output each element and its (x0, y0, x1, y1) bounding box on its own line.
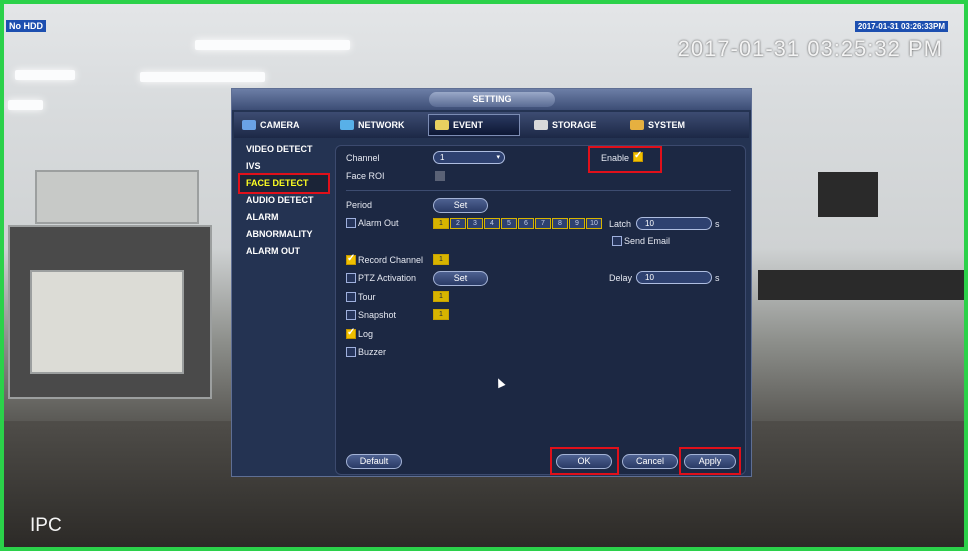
alarm-out-checkbox[interactable] (346, 218, 356, 228)
tab-system[interactable]: SYSTEM (624, 114, 716, 136)
channel-value: 1 (440, 153, 445, 162)
apply-button[interactable]: Apply (684, 454, 736, 469)
period-label: Period (346, 200, 373, 210)
log-checkbox[interactable] (346, 327, 356, 339)
latch-input[interactable]: 10 (636, 217, 712, 230)
chevron-down-icon: ▾ (496, 154, 500, 161)
alarm-out-channel-9[interactable]: 9 (569, 218, 585, 229)
alarm-out-channel-4[interactable]: 4 (484, 218, 500, 229)
alarm-out-channel-8[interactable]: 8 (552, 218, 568, 229)
sidebar-item-ivs[interactable]: IVS (240, 158, 328, 175)
desk (758, 270, 968, 300)
tab-label: STORAGE (552, 120, 597, 130)
channel-name: IPC (30, 515, 62, 536)
latch-unit: s (715, 219, 720, 229)
small-timestamp: 2017-01-31 03:26:33PM (854, 21, 948, 32)
delay-label: Delay (609, 273, 633, 283)
tab-label: SYSTEM (648, 120, 686, 130)
ceiling-light (15, 70, 75, 80)
face-detect-panel: Channel 1 ▾ Enable Face ROI Period Set A… (335, 145, 746, 475)
sidebar-item-video-detect[interactable]: VIDEO DETECT (240, 141, 328, 158)
face-roi-label: Face ROI (346, 171, 385, 181)
system-icon (630, 120, 644, 130)
storage-icon (534, 120, 548, 130)
face-roi-checkbox[interactable] (435, 171, 445, 181)
ceiling-light (195, 40, 350, 50)
settings-dialog: SETTING CAMERA NETWORK EVENT STORAGE SYS… (231, 88, 752, 477)
channel-label: Channel (346, 153, 380, 163)
mouse-cursor-icon (494, 376, 506, 389)
enable-label: Enable (601, 153, 630, 163)
tab-storage[interactable]: STORAGE (528, 114, 618, 136)
log-label: Log (358, 329, 374, 339)
snapshot-channel-box[interactable]: 1 (433, 309, 449, 320)
osd-timestamp: 2017-01-31 03:25:32 PM (677, 36, 943, 61)
alarm-out-channel-5[interactable]: 5 (501, 218, 517, 229)
camera-icon (242, 120, 256, 130)
ptz-set-button[interactable]: Set (433, 271, 488, 286)
delay-unit: s (715, 273, 720, 283)
alarm-out-channel-3[interactable]: 3 (467, 218, 483, 229)
sidebar-item-face-detect[interactable]: FACE DETECT (238, 173, 330, 194)
ptz-activation-checkbox[interactable] (346, 273, 356, 283)
sidebar-item-abnormality[interactable]: ABNORMALITY (240, 226, 328, 243)
tab-bar: CAMERA NETWORK EVENT STORAGE SYSTEM (234, 112, 749, 138)
test-chart (30, 270, 184, 374)
tour-channel-box[interactable]: 1 (433, 291, 449, 302)
send-email-checkbox[interactable] (612, 236, 622, 246)
monitor (818, 172, 878, 217)
sidebar-item-alarm-out[interactable]: ALARM OUT (240, 243, 328, 260)
latch-label: Latch (609, 219, 632, 229)
ptz-activation-label: PTZ Activation (358, 273, 417, 283)
alarm-out-label: Alarm Out (358, 218, 399, 228)
tab-label: CAMERA (260, 120, 300, 130)
tab-network[interactable]: NETWORK (334, 114, 422, 136)
tab-label: NETWORK (358, 120, 405, 130)
alarm-out-channel-1[interactable]: 1 (433, 218, 449, 229)
dialog-title: SETTING (429, 92, 555, 107)
cancel-button[interactable]: Cancel (622, 454, 678, 469)
network-icon (340, 120, 354, 130)
default-button[interactable]: Default (346, 454, 402, 469)
dialog-titlebar: SETTING (232, 89, 751, 110)
enable-checkbox[interactable] (633, 150, 643, 162)
ceiling-light (140, 72, 265, 82)
snapshot-checkbox[interactable] (346, 310, 356, 320)
buzzer-checkbox[interactable] (346, 347, 356, 357)
record-channel-box[interactable]: 1 (433, 254, 449, 265)
hdd-status: No HDD (6, 20, 46, 32)
tour-checkbox[interactable] (346, 292, 356, 302)
tab-camera[interactable]: CAMERA (236, 114, 328, 136)
snapshot-label: Snapshot (358, 310, 397, 320)
cubicle-wall (35, 170, 199, 224)
event-icon (435, 120, 449, 130)
alarm-out-channel-7[interactable]: 7 (535, 218, 551, 229)
divider (346, 190, 731, 191)
event-sidebar: VIDEO DETECT IVS FACE DETECT AUDIO DETEC… (238, 141, 330, 260)
buzzer-label: Buzzer (358, 347, 387, 357)
record-channel-checkbox[interactable] (346, 253, 356, 265)
tab-event[interactable]: EVENT (428, 114, 520, 136)
ceiling-light (8, 100, 43, 110)
alarm-out-channel-2[interactable]: 2 (450, 218, 466, 229)
ok-button[interactable]: OK (556, 454, 612, 469)
alarm-out-channel-6[interactable]: 6 (518, 218, 534, 229)
sidebar-item-audio-detect[interactable]: AUDIO DETECT (240, 192, 328, 209)
tab-label: EVENT (453, 120, 484, 130)
record-channel-label: Record Channel (358, 255, 424, 265)
period-set-button[interactable]: Set (433, 198, 488, 213)
alarm-out-channel-10[interactable]: 10 (586, 218, 602, 229)
delay-input[interactable]: 10 (636, 271, 712, 284)
send-email-label: Send Email (624, 236, 671, 246)
tour-label: Tour (358, 292, 376, 302)
channel-select[interactable]: 1 ▾ (433, 151, 505, 164)
sidebar-item-alarm[interactable]: ALARM (240, 209, 328, 226)
